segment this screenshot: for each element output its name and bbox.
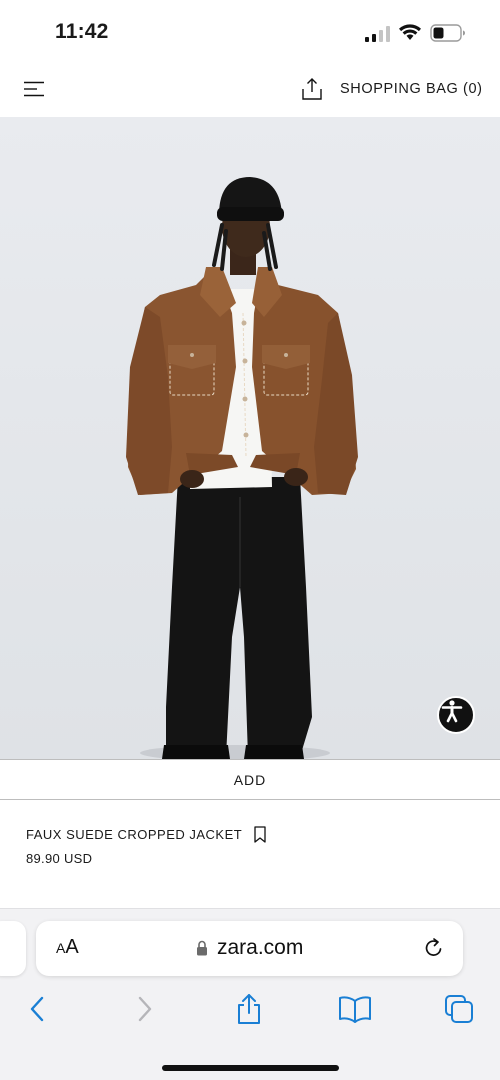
forward-button[interactable] [129,993,161,1025]
address-bar[interactable]: AA zara.com [36,921,463,976]
home-indicator [162,1065,339,1071]
shopping-bag-link[interactable]: SHOPPING BAG (0) [340,81,483,97]
chevron-right-icon [138,996,152,1022]
status-time: 11:42 [55,20,109,43]
product-price: 89.90 USD [26,851,93,866]
cellular-signal-icon [365,26,390,42]
back-button[interactable] [21,993,53,1025]
bookmarks-button[interactable] [338,993,372,1025]
reload-icon[interactable] [423,937,445,959]
share-icon [238,994,260,1024]
wifi-icon [399,24,421,40]
add-to-bag-button[interactable]: ADD [0,759,500,800]
url-text: zara.com [217,936,304,959]
previous-tab-preview[interactable] [0,921,26,976]
hamburger-menu-icon[interactable] [24,81,44,97]
product-image[interactable] [0,117,500,759]
text-size-small-a: A [56,940,66,956]
book-icon [339,996,371,1023]
add-button-label: ADD [233,771,267,788]
browser-chrome: AA zara.com [0,908,500,1080]
app-header: SHOPPING BAG (0) [0,64,500,116]
status-bar: 11:42 [0,0,500,64]
accessibility-icon [441,700,463,723]
share-icon[interactable] [300,77,324,101]
battery-icon [430,24,465,42]
tabs-button[interactable] [443,993,475,1025]
tabs-icon [445,995,473,1023]
text-size-large-a: A [65,936,79,958]
chevron-left-icon [30,996,44,1022]
product-name: FAUX SUEDE CROPPED JACKET [26,827,243,842]
accessibility-button[interactable] [437,696,475,734]
product-photo-illustration [126,177,358,759]
lock-icon [197,940,207,956]
share-button[interactable] [233,993,265,1025]
bookmark-icon[interactable] [253,826,267,843]
text-size-button[interactable]: AA [56,936,79,959]
